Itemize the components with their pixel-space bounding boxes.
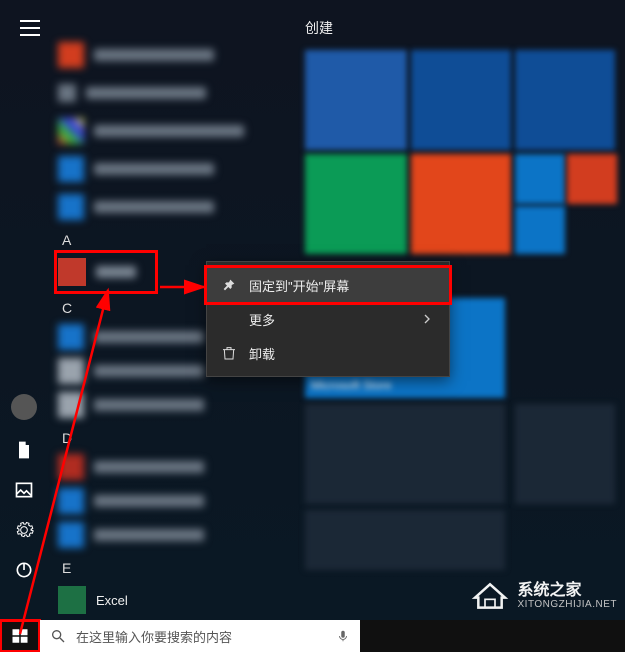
watermark: 系统之家 XITONGZHIJIA.NET (470, 576, 618, 616)
app-icon (58, 258, 86, 286)
menu-label: 固定到"开始"屏幕 (249, 276, 349, 295)
watermark-logo-icon (470, 576, 510, 616)
pin-icon (221, 277, 237, 293)
menu-more[interactable]: 更多 (207, 302, 449, 336)
user-avatar-icon[interactable] (11, 394, 37, 420)
taskbar: 在这里输入你要搜索的内容 (0, 620, 625, 652)
tile[interactable] (515, 206, 565, 254)
tile-group-header[interactable]: 创建 (305, 18, 333, 38)
watermark-url: XITONGZHIJIA.NET (518, 599, 618, 610)
tile[interactable] (515, 154, 565, 204)
alpha-header-a[interactable]: A (62, 232, 258, 248)
chevron-right-icon (419, 311, 435, 327)
pictures-icon[interactable] (14, 480, 34, 500)
menu-label: 卸载 (249, 344, 275, 363)
list-item[interactable] (58, 78, 258, 108)
list-item[interactable] (58, 452, 258, 482)
tile[interactable] (411, 154, 511, 254)
tile-label: Microsoft Store (311, 378, 392, 392)
tile[interactable] (305, 50, 407, 150)
alpha-header-e[interactable]: E (62, 560, 258, 576)
menu-label: 更多 (249, 310, 275, 329)
app-item-excel[interactable]: Excel (58, 582, 258, 618)
list-item[interactable] (58, 390, 258, 420)
alpha-header-d[interactable]: D (62, 430, 258, 446)
tile[interactable] (305, 510, 505, 570)
tile[interactable] (567, 154, 617, 204)
app-item-highlighted[interactable] (58, 254, 154, 290)
list-item[interactable] (58, 486, 258, 516)
documents-icon[interactable] (14, 440, 34, 460)
gear-icon[interactable] (14, 520, 34, 540)
windows-logo-icon (11, 627, 29, 645)
start-left-rail (0, 394, 48, 588)
search-placeholder: 在这里输入你要搜索的内容 (76, 627, 232, 646)
microphone-icon[interactable] (336, 629, 350, 643)
list-item[interactable] (58, 520, 258, 550)
context-menu: 固定到"开始"屏幕 更多 卸载 (206, 261, 450, 377)
watermark-title: 系统之家 (518, 582, 618, 600)
tile[interactable] (411, 50, 511, 150)
power-icon[interactable] (14, 560, 34, 580)
tile[interactable] (515, 404, 615, 504)
menu-pin-to-start[interactable]: 固定到"开始"屏幕 (207, 268, 449, 302)
list-item[interactable] (58, 154, 258, 184)
start-button[interactable] (0, 620, 40, 652)
list-item[interactable] (58, 40, 258, 70)
hamburger-icon[interactable] (20, 20, 40, 36)
menu-uninstall[interactable]: 卸载 (207, 336, 449, 370)
tile[interactable] (305, 154, 407, 254)
app-label (96, 266, 136, 278)
search-box[interactable]: 在这里输入你要搜索的内容 (40, 620, 360, 652)
tile[interactable] (305, 404, 505, 504)
tile[interactable] (515, 50, 615, 150)
excel-icon (58, 586, 86, 614)
app-label: Excel (96, 593, 128, 608)
list-item[interactable] (58, 116, 258, 146)
search-icon (50, 628, 66, 644)
list-item[interactable] (58, 192, 258, 222)
trash-icon (221, 345, 237, 361)
